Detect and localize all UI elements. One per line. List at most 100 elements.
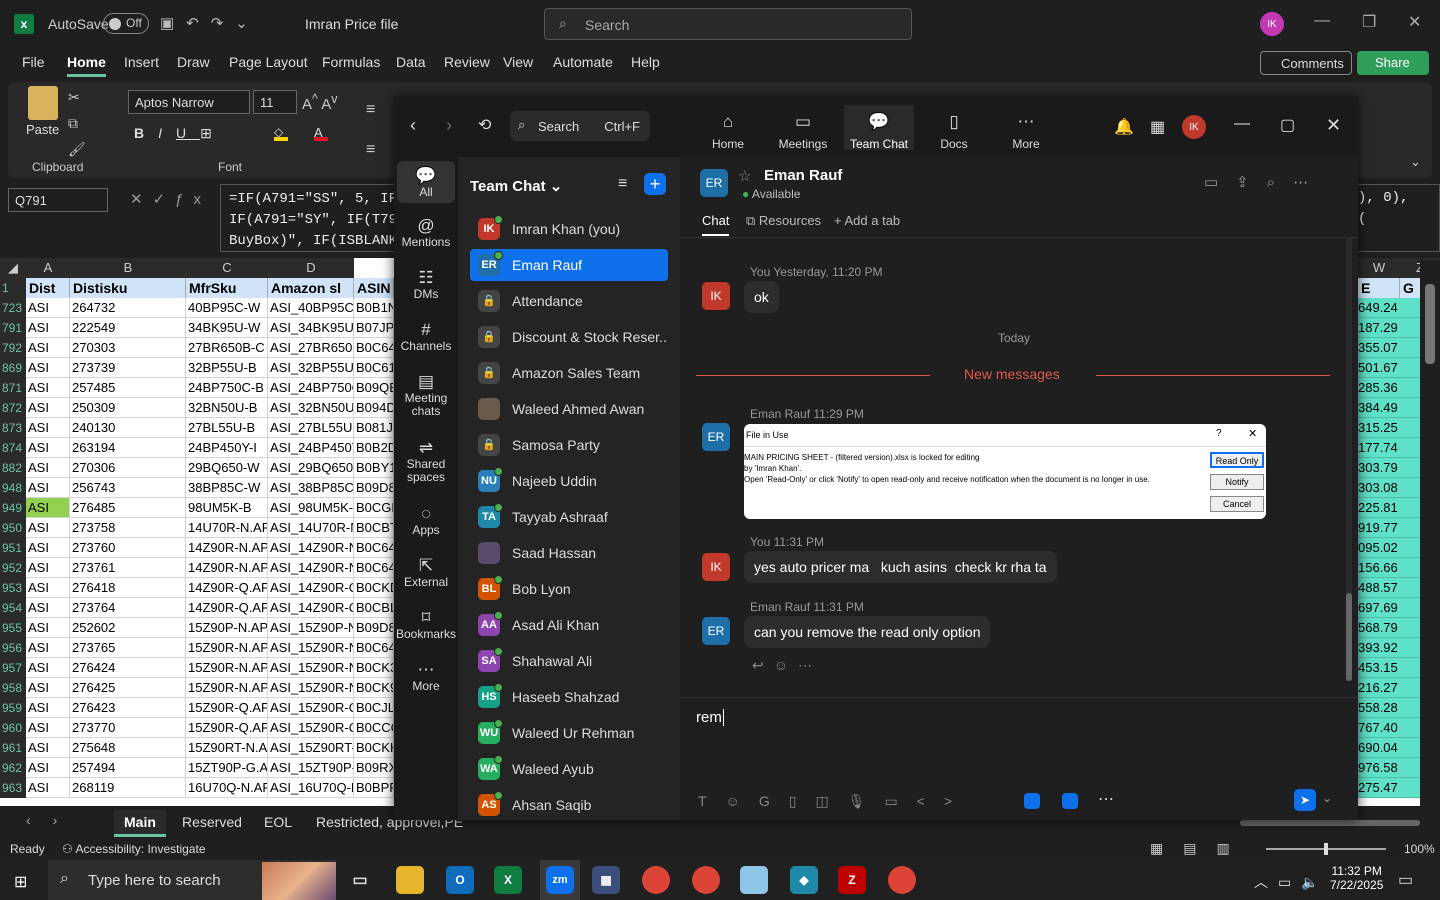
chat-header-actions-icons[interactable]: ▭⇪⌕⋯ [1204, 173, 1326, 191]
nav-more[interactable]: ⋯ More [996, 112, 1056, 151]
cell-c[interactable]: 15Z90R-N.AP [186, 658, 268, 678]
select-all-corner[interactable]: ◢ [0, 258, 26, 278]
rail-more[interactable]: ⋯ More [394, 661, 458, 693]
back-arrow-icon[interactable]: ‹ [410, 115, 416, 136]
cell-g[interactable] [1400, 498, 1420, 518]
contact-item[interactable]: IK Imran Khan (you) [470, 213, 668, 245]
cell-c[interactable]: 16U70Q-N.AP [186, 778, 268, 798]
cell-d[interactable]: ASI_14Z90R-N [268, 538, 354, 558]
chat-header-avatar[interactable]: ER [700, 169, 728, 197]
cell-w[interactable]: 225.81 [1358, 498, 1400, 518]
cell-g[interactable] [1400, 318, 1420, 338]
row-header[interactable]: 959 [0, 698, 26, 718]
autosave-toggle[interactable]: Off [103, 13, 149, 34]
cell-d[interactable]: ASI_34BK95U- [268, 318, 354, 338]
cell-a[interactable]: ASI [26, 538, 70, 558]
menu-formulas[interactable]: Formulas [322, 54, 380, 70]
cell-b[interactable]: 256743 [70, 478, 186, 498]
cell-w[interactable]: 501.67 [1358, 358, 1400, 378]
cell-w[interactable]: 275.47 [1358, 778, 1400, 798]
nav-team-chat[interactable]: 💬 Team Chat [844, 105, 914, 151]
cell-c[interactable]: 27BR650B-C [186, 338, 268, 358]
task-view-icon[interactable]: ▭ [346, 866, 374, 894]
sheet-nav-arrows[interactable]: ‹› [26, 812, 79, 828]
app-shortcut-icon[interactable] [1024, 793, 1040, 809]
cell-c[interactable]: 14Z90R-N.AP [186, 538, 268, 558]
menu-file[interactable]: File [22, 54, 45, 70]
cell-w[interactable]: 303.08 [1358, 478, 1400, 498]
row-header[interactable]: 960 [0, 718, 26, 738]
comments-button[interactable]: Comments [1260, 51, 1352, 75]
cell-w[interactable]: 976.58 [1358, 758, 1400, 778]
font-size-box[interactable]: 11 [253, 90, 297, 114]
cell-e[interactable]: B0C64 [354, 558, 394, 578]
cell-c[interactable]: 40BP95C-W [186, 298, 268, 318]
cell-b[interactable]: 257494 [70, 758, 186, 778]
cell-c[interactable]: 98UM5K-B [186, 498, 268, 518]
cell-e[interactable]: B09QE [354, 378, 394, 398]
menu-draw[interactable]: Draw [177, 54, 210, 70]
menu-insert[interactable]: Insert [124, 54, 159, 70]
cell-b[interactable]: 276423 [70, 698, 186, 718]
cell-w[interactable]: 393.92 [1358, 638, 1400, 658]
contact-item[interactable]: 🔒 Attendance [470, 285, 668, 317]
contact-item[interactable]: WA Waleed Ayub [470, 753, 668, 785]
zoom-search[interactable]: ⌕ Search Ctrl+F [510, 111, 650, 141]
ribbon-collapse-icon[interactable]: ⌄ [1410, 154, 1421, 170]
col-header-d[interactable]: D [268, 258, 354, 278]
row-header[interactable]: 963 [0, 778, 26, 798]
menu-review[interactable]: Review [444, 54, 490, 70]
app-icon[interactable] [740, 866, 768, 894]
table-header-asin[interactable]: ASIN [354, 278, 394, 298]
chat-contact-name[interactable]: Eman Rauf [764, 167, 842, 184]
cell-b[interactable]: 276425 [70, 678, 186, 698]
table-header-distisku[interactable]: Distisku [70, 278, 186, 298]
table-header-amazon-sku[interactable]: Amazon sl [268, 278, 354, 298]
cell-g[interactable] [1400, 578, 1420, 598]
row-header[interactable]: 948 [0, 478, 26, 498]
cell-g[interactable] [1400, 598, 1420, 618]
cell-b[interactable]: 276485 [70, 498, 186, 518]
rail-mentions[interactable]: @ Mentions [394, 217, 458, 249]
new-chat-plus-icon[interactable]: + [644, 173, 666, 195]
row-header[interactable]: 872 [0, 398, 26, 418]
cell-d[interactable]: ASI_15Z90R-N [268, 658, 354, 678]
cell-b[interactable]: 222549 [70, 318, 186, 338]
row-header[interactable]: 950 [0, 518, 26, 538]
font-color-icon[interactable]: A [314, 125, 328, 141]
cell-a[interactable]: ASI [26, 698, 70, 718]
cell-w[interactable]: 767.40 [1358, 718, 1400, 738]
tab-chat[interactable]: Chat [702, 213, 730, 236]
cell-e[interactable]: B0CBL [354, 598, 394, 618]
rail-meeting-chats[interactable]: ▤ Meeting chats [394, 373, 458, 418]
cell-d[interactable]: ASI_27BL55U- [268, 418, 354, 438]
row-header[interactable]: 961 [0, 738, 26, 758]
cell-c[interactable]: 27BL55U-B [186, 418, 268, 438]
cell-a[interactable]: ASI [26, 638, 70, 658]
row-header[interactable]: 869 [0, 358, 26, 378]
message-actions-icons[interactable]: ↩☺⋯ [752, 657, 822, 674]
sheet-tab-main[interactable]: Main [114, 810, 166, 837]
cell-a[interactable]: ASI [26, 518, 70, 538]
contact-item[interactable]: NU Najeeb Uddin [470, 465, 668, 497]
col-header-b[interactable]: B [70, 258, 186, 278]
chrome-profile-icon[interactable] [692, 866, 720, 894]
excel-horizontal-scrollbar[interactable] [1240, 820, 1420, 826]
contact-item[interactable]: 🔒 Discount & Stock Reser... [470, 321, 668, 353]
row-header[interactable]: 953 [0, 578, 26, 598]
cell-a[interactable]: ASI [26, 418, 70, 438]
sheet-tab-eol[interactable]: EOL [254, 810, 302, 834]
cell-w[interactable]: 919.77 [1358, 518, 1400, 538]
cell-d[interactable]: ASI_14Z90R-Q [268, 598, 354, 618]
star-icon[interactable]: ☆ [738, 167, 751, 185]
menu-data[interactable]: Data [396, 54, 426, 70]
cell-d[interactable]: ASI_98UM5K-I [268, 498, 354, 518]
row-header[interactable]: 792 [0, 338, 26, 358]
contact-item[interactable]: ER Eman Rauf [470, 249, 668, 281]
filter-icon[interactable]: ≡ [618, 175, 627, 193]
cell-w[interactable]: 568.79 [1358, 618, 1400, 638]
zoom-user-avatar[interactable]: IK [1182, 115, 1206, 139]
cell-b[interactable]: 275648 [70, 738, 186, 758]
cell-g[interactable] [1400, 298, 1420, 318]
cell-g[interactable] [1400, 638, 1420, 658]
